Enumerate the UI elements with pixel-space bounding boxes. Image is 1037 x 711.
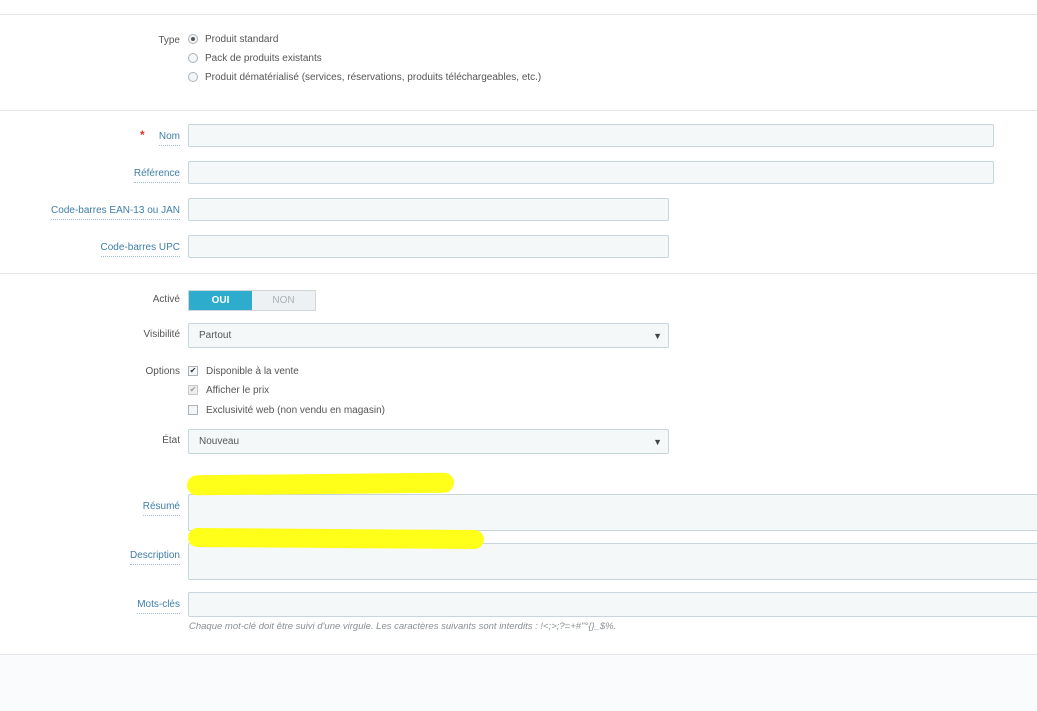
type-option-label: Produit dématérialisé (services, réserva…: [205, 71, 542, 83]
ean13-input[interactable]: [188, 198, 669, 221]
redaction-highlight: [187, 527, 485, 550]
description-textarea[interactable]: [188, 543, 1037, 580]
toggle-off-option[interactable]: NON: [252, 291, 315, 310]
radio-selected-icon[interactable]: [188, 34, 198, 44]
ean13-label: Code-barres EAN-13 ou JAN: [51, 203, 180, 220]
condition-label: État: [162, 435, 180, 446]
name-label: Nom: [158, 129, 180, 146]
visibility-value: Partout: [199, 330, 232, 341]
dropdown-arrow-icon: ▼: [653, 330, 662, 341]
option-label: Disponible à la vente: [206, 365, 299, 377]
keywords-input[interactable]: [188, 592, 1037, 617]
name-input[interactable]: [188, 124, 994, 147]
condition-select[interactable]: Nouveau ▼: [188, 429, 669, 454]
option-show-price: ✔ Afficher le prix: [188, 382, 269, 398]
summary-textarea[interactable]: [188, 494, 1037, 531]
radio-icon[interactable]: [188, 72, 198, 82]
section-divider: [0, 110, 1037, 111]
option-online-only[interactable]: Exclusivité web (non vendu en magasin): [188, 402, 385, 418]
required-marker: *: [140, 128, 145, 142]
visibility-label: Visibilité: [143, 329, 181, 340]
description-label: Description: [129, 548, 180, 565]
option-label: Exclusivité web (non vendu en magasin): [206, 404, 385, 416]
condition-value: Nouveau: [199, 436, 240, 447]
footer-band: [0, 655, 1037, 711]
type-label: Type: [158, 35, 180, 46]
options-label: Options: [145, 366, 180, 377]
keywords-help-text: Chaque mot-clé doit être suivi d'une vir…: [189, 621, 617, 632]
upc-input[interactable]: [188, 235, 669, 258]
reference-label: Référence: [133, 166, 180, 183]
option-available-for-order[interactable]: ✔ Disponible à la vente: [188, 363, 299, 379]
radio-icon[interactable]: [188, 53, 198, 63]
keywords-label: Mots-clés: [137, 597, 180, 614]
top-divider: [0, 14, 1037, 15]
type-option-label: Produit standard: [205, 33, 279, 45]
type-option-standard[interactable]: Produit standard: [188, 31, 278, 47]
section-divider: [0, 273, 1037, 274]
checkbox-checked-disabled-icon: ✔: [188, 385, 198, 395]
active-label: Activé: [152, 294, 180, 305]
upc-label: Code-barres UPC: [100, 240, 180, 257]
summary-label: Résumé: [142, 499, 180, 516]
checkbox-checked-icon[interactable]: ✔: [188, 366, 198, 376]
dropdown-arrow-icon: ▼: [653, 436, 662, 447]
checkbox-icon[interactable]: [188, 405, 198, 415]
visibility-select[interactable]: Partout ▼: [188, 323, 669, 348]
type-option-pack[interactable]: Pack de produits existants: [188, 50, 322, 66]
type-option-virtual[interactable]: Produit dématérialisé (services, réserva…: [188, 69, 541, 85]
redaction-highlight: [186, 472, 455, 496]
option-label: Afficher le prix: [206, 384, 270, 396]
toggle-on-option[interactable]: OUI: [189, 291, 252, 310]
reference-input[interactable]: [188, 161, 994, 184]
type-option-label: Pack de produits existants: [205, 52, 322, 64]
active-toggle[interactable]: OUI NON: [188, 290, 316, 311]
